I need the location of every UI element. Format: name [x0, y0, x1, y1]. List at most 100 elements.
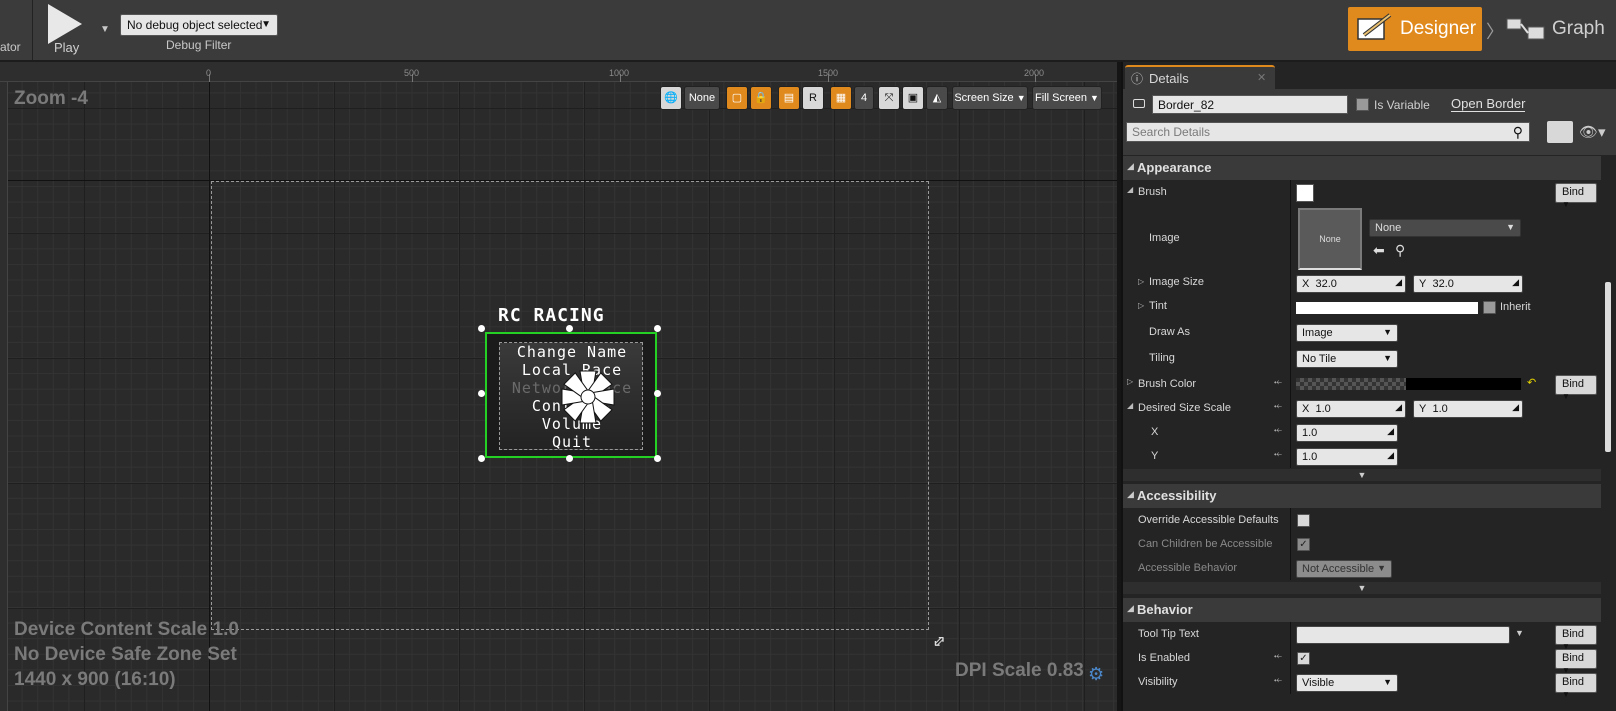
reset-to-default-icon[interactable]: ↶ — [1527, 376, 1536, 389]
debug-object-select[interactable]: No debug object selected ▼ — [120, 14, 278, 36]
resize-handle-r[interactable] — [654, 390, 661, 397]
play-button[interactable]: Play — [40, 0, 96, 60]
expand-arrow-icon[interactable]: ▷ — [1138, 301, 1144, 310]
image-icon[interactable]: ▣ — [902, 86, 924, 110]
zoom-level: Zoom -4 — [14, 88, 88, 109]
override-accessible-checkbox[interactable] — [1297, 514, 1310, 527]
gear-icon[interactable]: ⚙ — [1088, 664, 1104, 685]
children-accessible-checkbox[interactable]: ✓ — [1297, 538, 1310, 551]
close-icon[interactable]: ✕ — [1257, 71, 1266, 84]
category-behavior[interactable]: ◢ Behavior — [1123, 598, 1601, 622]
pin-icon[interactable]: ⤝ — [1274, 651, 1282, 662]
resize-handle-tr[interactable] — [654, 325, 661, 332]
respect-locks-toggle[interactable]: R — [802, 86, 824, 110]
category-accessibility[interactable]: ◢ Accessibility — [1123, 484, 1601, 508]
desired-size-x-field[interactable]: X 1.0 ◢ — [1296, 400, 1406, 418]
draw-as-combo[interactable]: Image ▼ — [1296, 324, 1398, 342]
show-advanced-button[interactable]: ▼ — [1123, 582, 1601, 594]
bind-button[interactable]: Bind ▼ — [1555, 625, 1597, 651]
prop-label: Is Enabled — [1138, 652, 1190, 664]
open-border-link[interactable]: Open Border — [1451, 96, 1526, 112]
pin-icon[interactable]: ⤝ — [1274, 377, 1282, 388]
globe-icon[interactable]: 🌐 — [660, 86, 682, 110]
bind-button[interactable]: Bind ▼ — [1555, 649, 1597, 675]
browse-search-icon[interactable]: ⚲ — [1395, 242, 1405, 259]
designer-canvas[interactable]: 0 500 1000 1500 2000 Zoom -4 🌐 None ▢ 🔒 … — [0, 62, 1117, 711]
graph-mode-button[interactable]: Graph — [1504, 7, 1614, 51]
brush-color-alpha-swatch[interactable] — [1296, 378, 1406, 390]
resize-handle-br[interactable] — [654, 455, 661, 462]
transform-icon[interactable]: ⤧ — [878, 86, 900, 110]
details-scrollbar[interactable] — [1603, 152, 1613, 452]
accessible-behavior-combo[interactable]: Not Accessible ▼ — [1296, 560, 1392, 578]
resize-handle-b[interactable] — [566, 455, 573, 462]
image-asset-combo[interactable]: None ▼ — [1369, 219, 1521, 237]
loading-throbber-icon — [561, 370, 615, 424]
tooltip-text-input[interactable] — [1296, 626, 1510, 644]
widget-name-input[interactable]: Border_82 — [1152, 95, 1348, 114]
localization-preview-select[interactable]: None — [684, 86, 720, 110]
tiling-combo[interactable]: No Tile ▼ — [1296, 350, 1398, 368]
pin-icon[interactable]: ⤝ — [1274, 425, 1282, 436]
tint-color-swatch[interactable] — [1296, 302, 1478, 314]
category-appearance[interactable]: ◢ Appearance — [1123, 156, 1601, 180]
prop-label: Brush — [1138, 186, 1167, 198]
resize-handle-l[interactable] — [478, 390, 485, 397]
tab-details[interactable]: ⓘ Details ✕ — [1125, 65, 1275, 89]
fill-screen-dropdown[interactable]: Fill Screen ▼ — [1032, 86, 1102, 110]
desired-size-x-input[interactable]: 1.0 ◢ — [1296, 424, 1398, 442]
is-enabled-checkbox[interactable]: ✓ — [1297, 652, 1310, 665]
bind-button[interactable]: Bind ▼ — [1555, 375, 1597, 401]
image-size-x-field[interactable]: X 32.0 ◢ — [1296, 275, 1406, 293]
prop-label: Can Children be Accessible — [1138, 538, 1273, 550]
widget-title-text[interactable]: RC RACING — [498, 305, 605, 326]
resize-handle-t[interactable] — [566, 325, 573, 332]
use-selected-arrow-icon[interactable]: ⬅ — [1373, 242, 1385, 259]
collapse-arrow-icon[interactable]: ◢ — [1127, 185, 1133, 194]
select-outline-icon[interactable]: ▢ — [726, 86, 748, 110]
collapse-arrow-icon[interactable]: ◢ — [1127, 401, 1133, 410]
menu-vertical-box[interactable]: Change Name Local Race Network Race Cont… — [499, 342, 644, 451]
scrollbar-thumb[interactable] — [1605, 282, 1611, 452]
device-content-scale: Device Content Scale 1.0 — [14, 619, 239, 640]
layout-icon[interactable]: ▤ — [778, 86, 800, 110]
resize-handle-bl[interactable] — [478, 455, 485, 462]
expand-arrow-icon[interactable]: ▷ — [1138, 277, 1144, 286]
axis-label: X — [1302, 403, 1310, 415]
desired-size-y-input[interactable]: 1.0 ◢ — [1296, 448, 1398, 466]
pin-icon[interactable]: ⤝ — [1274, 449, 1282, 460]
show-advanced-button[interactable]: ▼ — [1123, 469, 1601, 481]
eye-icon[interactable]: 👁▾ — [1579, 123, 1606, 141]
menu-item-quit[interactable]: Quit — [500, 433, 644, 451]
pin-icon[interactable]: ⤝ — [1274, 675, 1282, 686]
resize-handle-tl[interactable] — [478, 325, 485, 332]
chevron-down-icon[interactable]: ▼ — [1515, 628, 1524, 638]
prop-accessible-behavior: Accessible Behavior Not Accessible ▼ — [1123, 556, 1601, 580]
bind-button[interactable]: Bind ▼ — [1555, 673, 1597, 699]
brush-color-swatch[interactable] — [1406, 378, 1521, 390]
chevron-down-icon: ▼ — [1090, 93, 1099, 103]
prop-children-accessible: Can Children be Accessible ✓ — [1123, 532, 1601, 556]
search-details-input[interactable]: Search Details ⚲ — [1126, 122, 1530, 142]
visibility-combo[interactable]: Visible ▼ — [1296, 674, 1398, 692]
grid-snap-value[interactable]: 4 — [854, 86, 874, 110]
menu-item-change-name[interactable]: Change Name — [500, 343, 644, 361]
screen-resize-handle-icon[interactable]: ⇕ — [927, 630, 951, 654]
desired-size-y-field[interactable]: Y 1.0 ◢ — [1413, 400, 1523, 418]
mirror-icon[interactable]: ◭ — [926, 86, 948, 110]
play-options-dropdown[interactable]: ▼ — [100, 24, 110, 35]
image-size-y-field[interactable]: Y 32.0 ◢ — [1413, 275, 1523, 293]
brush-swatch[interactable] — [1296, 184, 1314, 202]
expand-arrow-icon[interactable]: ▷ — [1127, 377, 1133, 386]
bind-button[interactable]: Bind ▼ — [1555, 183, 1597, 209]
is-variable-checkbox[interactable] — [1356, 98, 1369, 111]
inherit-checkbox[interactable] — [1483, 301, 1496, 314]
screen-size-dropdown[interactable]: Screen Size ▼ — [952, 86, 1028, 110]
pin-icon[interactable]: ⤝ — [1274, 401, 1282, 412]
selected-border-widget[interactable]: Change Name Local Race Network Race Cont… — [485, 332, 657, 458]
designer-mode-button[interactable]: Designer — [1348, 7, 1482, 51]
image-thumbnail[interactable]: None — [1298, 208, 1362, 270]
property-matrix-button[interactable] — [1547, 121, 1573, 143]
lock-icon[interactable]: 🔒 — [750, 86, 772, 110]
grid-snap-icon[interactable]: ▦ — [830, 86, 852, 110]
